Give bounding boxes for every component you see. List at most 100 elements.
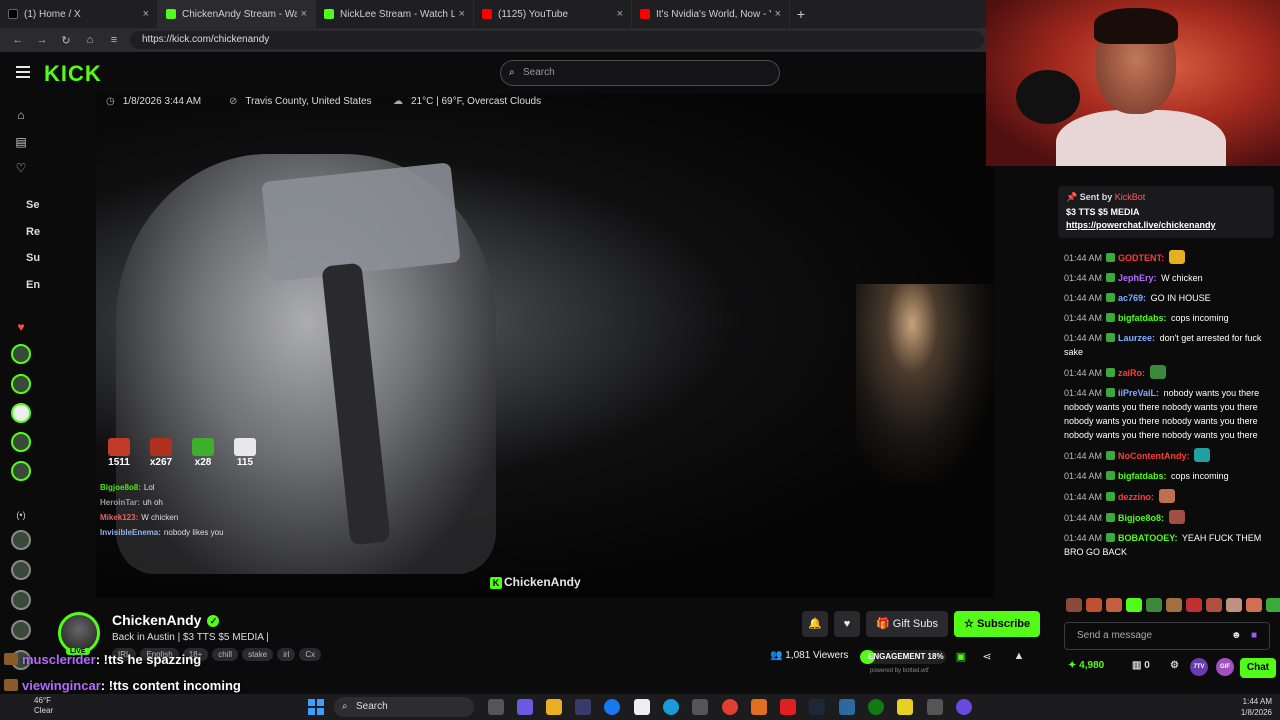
gift-count[interactable]: ▥ 0 xyxy=(1132,660,1150,671)
file-explorer-icon[interactable] xyxy=(546,699,562,715)
forward-icon[interactable]: → xyxy=(30,34,54,46)
tab-youtube[interactable]: (1125) YouTube × xyxy=(474,0,632,28)
sidebar-label-se[interactable]: Se xyxy=(26,199,39,211)
site-info-icon[interactable]: ≡ xyxy=(102,34,126,46)
video-player[interactable]: ◷ 1/8/2026 3:44 AM ⊘ Travis County, United… xyxy=(96,94,994,598)
chat-username[interactable]: bigfatdabs: xyxy=(1118,313,1167,323)
app-icon[interactable] xyxy=(839,699,855,715)
gif-icon[interactable]: GIF xyxy=(1216,658,1234,676)
close-tab-icon[interactable]: × xyxy=(617,8,623,20)
chat-username[interactable]: BOBATOOEY: xyxy=(1118,533,1178,543)
copilot-icon[interactable] xyxy=(517,699,533,715)
home-nav-icon[interactable]: ⌂ xyxy=(14,108,28,122)
emoji-icon[interactable]: ☻ xyxy=(1231,623,1242,649)
search-input[interactable]: ⌕ Search xyxy=(500,60,780,86)
obs-icon[interactable] xyxy=(927,699,943,715)
app-icon[interactable] xyxy=(956,699,972,715)
back-icon[interactable]: ← xyxy=(6,34,30,46)
notification-bell-icon[interactable]: 🔔 xyxy=(802,611,828,637)
tab-youtube-nvidia[interactable]: It's Nvidia's World, Now - YouTube × xyxy=(632,0,790,28)
amazon-icon[interactable] xyxy=(634,699,650,715)
sidebar-channel-avatar[interactable] xyxy=(11,530,31,550)
report-icon[interactable]: ▲ xyxy=(1012,650,1026,664)
reload-icon[interactable]: ↻ xyxy=(54,34,78,47)
emote-icon[interactable] xyxy=(1186,598,1202,612)
sidebar-channel-avatar[interactable] xyxy=(11,560,31,580)
kick-logo[interactable]: KICK xyxy=(44,61,102,87)
taskbar-weather[interactable]: 46°F Clear xyxy=(34,696,53,716)
tab-x[interactable]: (1) Home / X × xyxy=(0,0,158,28)
edge-icon[interactable] xyxy=(663,699,679,715)
menu-icon[interactable] xyxy=(16,66,30,78)
task-view-icon[interactable] xyxy=(488,699,504,715)
pinned-link[interactable]: https://powerchat.live/chickenandy xyxy=(1066,220,1266,230)
steam-icon[interactable] xyxy=(809,699,825,715)
close-tab-icon[interactable]: × xyxy=(301,8,307,20)
url-field[interactable]: https://kick.com/chickenandy xyxy=(130,31,984,49)
chat-username[interactable]: iiPreVaiL: xyxy=(1118,388,1159,398)
chat-send-button[interactable]: Chat xyxy=(1240,658,1276,678)
emote-icon[interactable] xyxy=(1206,598,1222,612)
emote-icon[interactable] xyxy=(1106,598,1122,612)
windows-start-icon[interactable] xyxy=(308,699,324,715)
chat-username[interactable]: bigfatdabs: xyxy=(1118,471,1167,481)
chrome-icon[interactable] xyxy=(722,699,738,715)
xbox-icon[interactable] xyxy=(868,699,884,715)
calculator-icon[interactable] xyxy=(692,699,708,715)
chat-username[interactable]: zaiRo: xyxy=(1118,368,1145,378)
sidebar-channel-avatar[interactable] xyxy=(11,403,31,423)
chat-username[interactable]: NoContentAndy: xyxy=(1118,451,1190,461)
chat-username[interactable]: Laurzee: xyxy=(1118,333,1155,343)
emote-icon[interactable] xyxy=(1146,598,1162,612)
tag[interactable]: chill xyxy=(212,648,239,661)
store-icon[interactable] xyxy=(575,699,591,715)
chat-username[interactable]: Bigjoe8o8: xyxy=(1118,513,1164,523)
sidebar-label-su[interactable]: Su xyxy=(26,252,40,264)
follow-heart-icon[interactable]: ♥ xyxy=(834,611,860,637)
notes-icon[interactable] xyxy=(897,699,913,715)
sidebar-channel-avatar[interactable] xyxy=(11,374,31,394)
home-icon[interactable]: ⌂ xyxy=(78,34,102,46)
chat-settings-icon[interactable]: ⚙ xyxy=(1170,660,1179,671)
youtube-icon[interactable] xyxy=(780,699,796,715)
new-tab-icon[interactable]: + xyxy=(790,6,812,22)
7tv-icon[interactable]: 7TV xyxy=(1190,658,1208,676)
chat-username[interactable]: ac769: xyxy=(1118,293,1146,303)
emote-icon[interactable] xyxy=(1126,598,1142,612)
browse-nav-icon[interactable]: ▤ xyxy=(14,135,28,149)
sidebar-channel-avatar[interactable] xyxy=(11,590,31,610)
emote-icon[interactable] xyxy=(1086,598,1102,612)
gift-subs-button[interactable]: 🎁 Gift Subs xyxy=(866,611,949,637)
emote-icon[interactable] xyxy=(1226,598,1242,612)
channel-name[interactable]: ChickenAndy ✓ xyxy=(112,612,220,628)
chat-username[interactable]: dezzino: xyxy=(1118,492,1154,502)
sidebar-channel-avatar[interactable] xyxy=(11,344,31,364)
close-tab-icon[interactable]: × xyxy=(459,8,465,20)
subscribe-button[interactable]: ☆ Subscribe xyxy=(954,611,1041,637)
taskbar-search[interactable]: ⌕ Search xyxy=(334,697,474,717)
sidebar-channel-avatar[interactable] xyxy=(11,461,31,481)
close-tab-icon[interactable]: × xyxy=(143,8,149,20)
vlc-icon[interactable] xyxy=(751,699,767,715)
share-icon[interactable]: ⋖ xyxy=(980,650,994,664)
facebook-icon[interactable] xyxy=(604,699,620,715)
tab-nicklee[interactable]: NickLee Stream - Watch Live o × xyxy=(316,0,474,28)
sidebar-channel-avatar[interactable] xyxy=(11,620,31,640)
taskbar-clock[interactable]: 1:44 AM 1/8/2026 xyxy=(1222,696,1272,718)
sidebar-channel-avatar[interactable] xyxy=(11,432,31,452)
powerchat-icon[interactable]: ■ xyxy=(1251,623,1257,649)
following-nav-icon[interactable]: ♡ xyxy=(14,161,28,175)
emote-icon[interactable] xyxy=(1246,598,1262,612)
clip-icon[interactable]: ▣ xyxy=(954,650,968,664)
channel-points[interactable]: ✦ 4,980 xyxy=(1068,660,1104,671)
tag[interactable]: irl xyxy=(277,648,296,661)
close-tab-icon[interactable]: × xyxy=(775,8,781,20)
emote-icon[interactable] xyxy=(1166,598,1182,612)
tag[interactable]: Cx xyxy=(299,648,322,661)
tab-chickenandy[interactable]: ChickenAndy Stream - Watch × xyxy=(158,0,316,28)
emote-icon[interactable] xyxy=(1266,598,1280,612)
sidebar-label-re[interactable]: Re xyxy=(26,226,40,238)
chat-input[interactable]: Send a message ☻ ■ xyxy=(1064,622,1270,650)
sidebar-label-en[interactable]: En xyxy=(26,279,40,291)
chat-username[interactable]: GODTENT: xyxy=(1118,253,1164,263)
